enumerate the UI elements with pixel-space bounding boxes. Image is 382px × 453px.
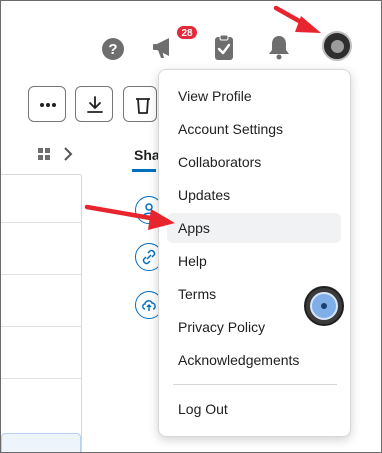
annotation-arrows — [84, 5, 321, 230]
arrow-to-apps — [84, 204, 175, 230]
app-window: ? 28 Sha View Profile Account Settings C… — [0, 0, 382, 453]
arrow-to-avatar — [273, 5, 321, 33]
